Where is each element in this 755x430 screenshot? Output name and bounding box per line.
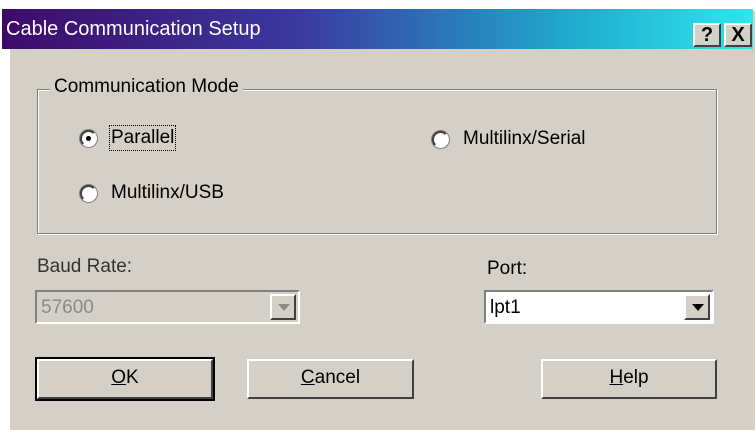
radio-multilinx-usb-label[interactable]: Multilinx/USB <box>111 182 224 204</box>
cancel-label: ancel <box>314 367 361 388</box>
port-label: Port: <box>487 258 528 279</box>
help-button[interactable]: Help <box>541 359 717 399</box>
radio-circle-icon[interactable] <box>432 130 449 148</box>
close-button[interactable]: X <box>724 23 752 47</box>
help-accel: H <box>609 367 624 388</box>
port-value[interactable]: lpt1 <box>490 297 521 319</box>
cancel-button[interactable]: Cancel <box>247 359 414 399</box>
port-dropdown[interactable]: lpt1 <box>484 290 714 324</box>
radio-parallel-label[interactable]: Parallel <box>108 125 177 151</box>
title-bar[interactable]: Cable Communication Setup ? X <box>2 9 753 49</box>
help-label: elp <box>623 367 649 388</box>
radio-multilinx-usb[interactable]: Multilinx/USB <box>80 182 224 204</box>
radio-circle-icon[interactable] <box>80 129 97 147</box>
chevron-down-icon <box>270 294 296 320</box>
baud-rate-label: Baud Rate: <box>37 256 133 277</box>
ok-button[interactable]: OK <box>35 357 215 401</box>
ok-accel: O <box>111 367 127 388</box>
radio-parallel[interactable]: Parallel <box>80 125 177 151</box>
radio-circle-icon[interactable] <box>80 184 97 202</box>
cancel-accel: C <box>300 367 315 388</box>
chevron-down-icon[interactable] <box>684 294 710 320</box>
radio-multilinx-serial-label[interactable]: Multilinx/Serial <box>463 128 585 150</box>
ok-label: K <box>126 367 139 388</box>
communication-mode-label: Communication Mode <box>50 76 243 98</box>
baud-rate-dropdown: 57600 <box>35 290 300 324</box>
radio-selected-dot-icon <box>86 135 91 141</box>
window-title: Cable Communication Setup <box>6 18 261 40</box>
help-caption-button[interactable]: ? <box>693 23 721 47</box>
communication-mode-group <box>37 89 717 234</box>
radio-multilinx-serial[interactable]: Multilinx/Serial <box>432 128 585 150</box>
baud-rate-value: 57600 <box>41 297 94 318</box>
